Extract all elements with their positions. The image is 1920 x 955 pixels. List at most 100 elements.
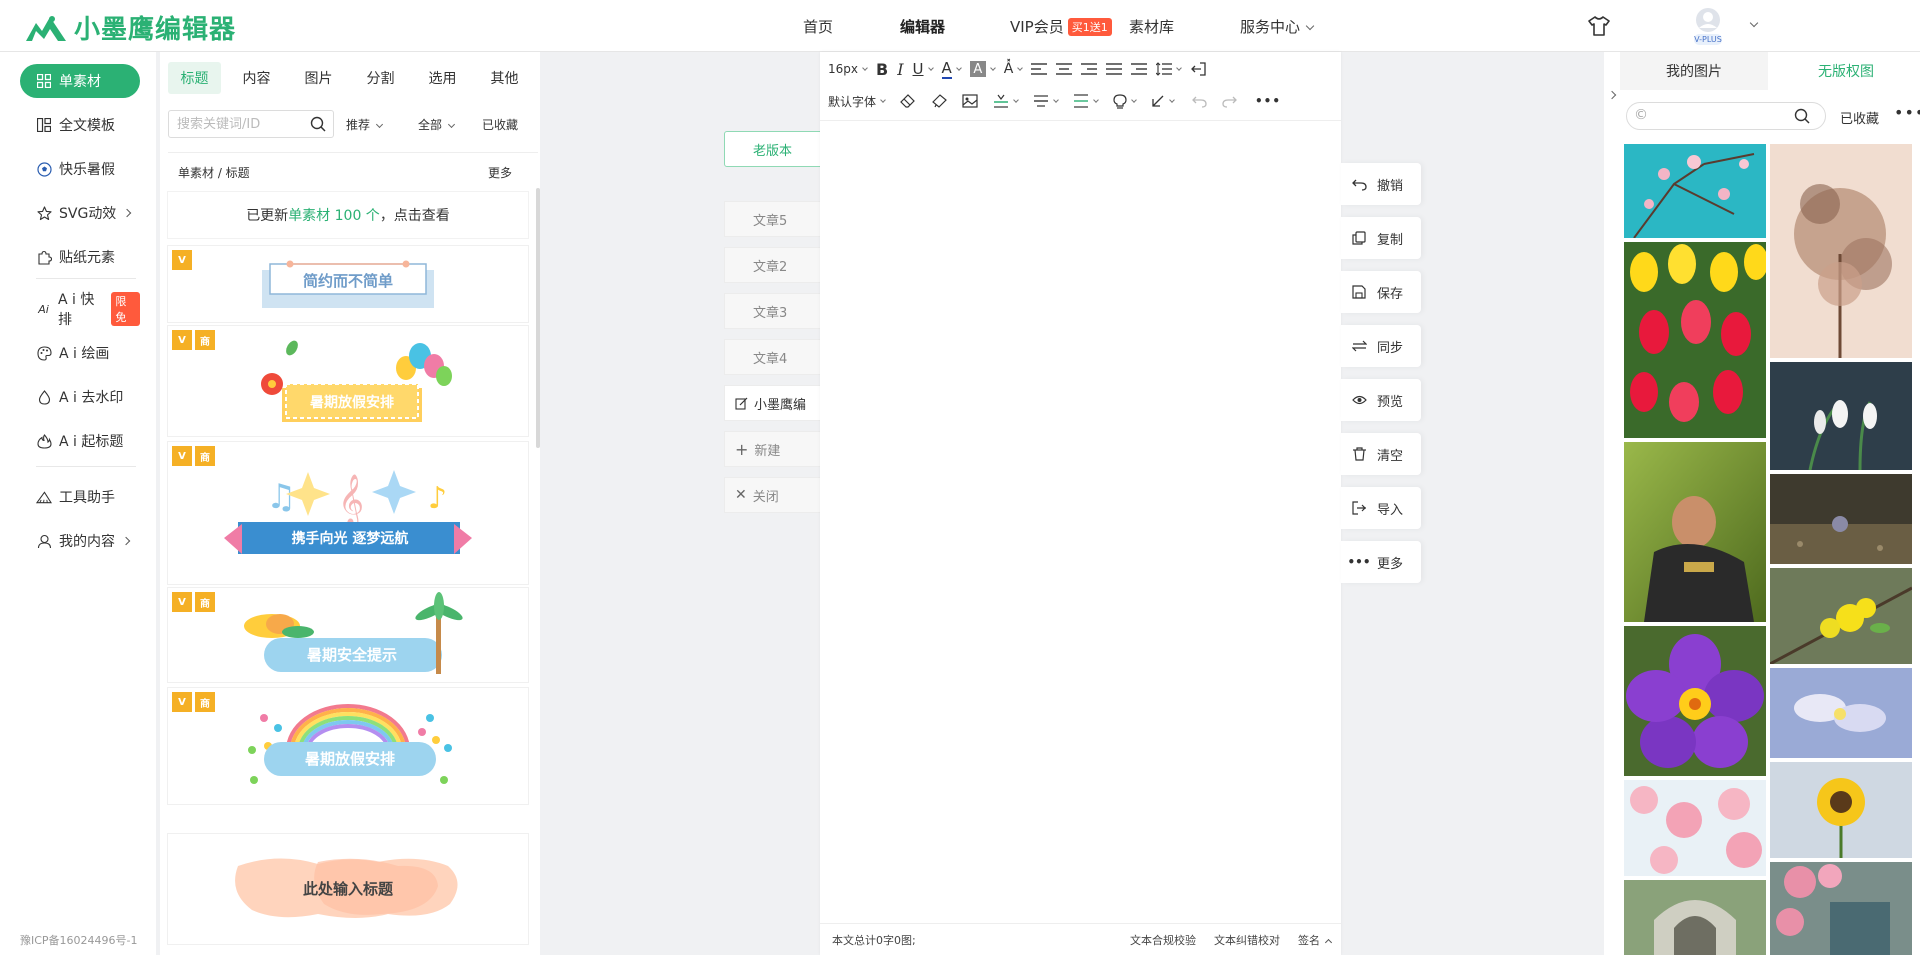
tab-selection[interactable]: 选用 [416,62,469,94]
sidebar-item-ai-watermark[interactable]: A i 去水印 [20,380,140,414]
image-thumbnail[interactable] [1770,362,1912,470]
material-card[interactable]: V商 暑期安全提示 [168,588,528,682]
material-card[interactable]: V商 暑期放假安排 [168,688,528,804]
editor-canvas[interactable]: 16px B I U A A A̽ 默认字体 ••• 本文总计0字0图; 文本合… [820,52,1341,955]
clear-button[interactable]: 清空 [1341,433,1421,475]
tab-image[interactable]: 图片 [292,62,345,94]
nav-editor[interactable]: 编辑器 [900,16,945,37]
avatar[interactable]: V-PLUS [1688,6,1728,46]
redo-icon[interactable] [1222,90,1238,112]
material-card[interactable]: V商 ♫ 𝄞 ♪ 携手向光 逐梦远航 [168,442,528,584]
new-doc-button[interactable]: + 新建 [724,431,824,467]
sync-button[interactable]: 同步 [1341,325,1421,367]
highlight-icon[interactable]: A [969,61,986,77]
panel-scrollbar[interactable] [536,188,540,448]
doc-item[interactable]: 文章5 [724,201,824,237]
collapse-panel-handle[interactable] [1604,80,1620,110]
font-color-icon[interactable]: A [941,59,952,79]
format-painter-icon[interactable] [931,90,947,112]
sidebar-item-my-content[interactable]: 我的内容 [20,524,140,558]
sidebar-item-ai-painting[interactable]: A i 绘画 [20,336,140,370]
sidebar-item-full-template[interactable]: 全文模板 [20,108,140,142]
image-thumbnail[interactable] [1624,242,1766,438]
image-thumbnail[interactable] [1770,144,1912,358]
image-thumbnail[interactable] [1624,880,1766,955]
undo-icon[interactable] [1191,90,1207,112]
image-thumbnail[interactable] [1624,442,1766,622]
doc-item[interactable]: 文章3 [724,293,824,329]
tab-free-images[interactable]: 无版权图 [1772,52,1920,90]
arrow-corner-icon[interactable] [1151,90,1175,112]
nav-vip[interactable]: VIP会员 买1送1 [1010,16,1112,37]
filter-favorites[interactable]: 已收藏 [482,110,518,138]
align-right-icon[interactable] [1081,58,1098,80]
filter-recommend[interactable]: 推荐 [346,110,384,138]
tab-title[interactable]: 标题 [168,62,221,94]
image-thumbnail[interactable] [1624,626,1766,776]
text-effect-icon[interactable]: A̽ [1004,58,1024,80]
sidebar-item-summer[interactable]: 快乐暑假 [20,152,140,186]
doc-item-current[interactable]: 小墨鹰编 [724,385,824,421]
close-doc-button[interactable]: ✕ 关闭 [724,477,824,513]
search-icon[interactable] [1794,108,1810,124]
italic-icon[interactable]: I [897,58,903,80]
sidebar-item-svg-effects[interactable]: SVG动效 [20,196,140,230]
underline-icon[interactable]: U [913,58,934,80]
old-version-button[interactable]: 老版本 [724,131,824,167]
sidebar-item-single-material[interactable]: 单素材 [20,64,140,98]
image-thumbnail[interactable] [1624,144,1766,238]
search-icon[interactable] [310,116,326,132]
more-icon[interactable]: ••• [1255,90,1281,112]
chevron-down-icon[interactable] [1749,18,1759,28]
divider-line-icon[interactable] [993,90,1019,112]
icp-number[interactable]: 豫ICP备16024496号-1 [20,932,138,948]
logo[interactable]: 小墨鹰编辑器 [22,9,236,46]
nav-home[interactable]: 首页 [803,16,833,37]
tab-my-images[interactable]: 我的图片 [1620,52,1768,90]
image-thumbnail[interactable] [1770,568,1912,664]
nav-service-center[interactable]: 服务中心 [1240,16,1315,37]
undo-button[interactable]: 撤销 [1341,163,1421,205]
favorites-filter[interactable]: 已收藏 [1840,108,1879,127]
copy-button[interactable]: 复制 [1341,217,1421,259]
strikethrough-icon[interactable] [1033,90,1059,112]
indent-icon[interactable] [1131,58,1148,80]
tab-content[interactable]: 内容 [230,62,283,94]
compliance-check-button[interactable]: 文本合规校验 [1130,932,1196,948]
font-family-select[interactable]: 默认字体 [828,90,886,112]
save-button[interactable]: 保存 [1341,271,1421,313]
justify-icon[interactable] [1106,58,1123,80]
more-icon[interactable]: ••• [1894,103,1920,122]
image-icon[interactable] [962,90,978,112]
nav-material-library[interactable]: 素材库 [1129,16,1174,37]
more-actions-button[interactable]: ••• 更多 [1341,541,1421,583]
tab-divider[interactable]: 分割 [354,62,407,94]
align-left-icon[interactable] [1031,58,1048,80]
image-thumbnail[interactable] [1770,474,1912,564]
align-center-icon[interactable] [1056,58,1073,80]
sidebar-item-ai-layout[interactable]: Ai A i 快排 限免 [20,292,140,328]
exit-format-icon[interactable] [1190,58,1207,80]
material-card[interactable]: V商 暑期放假安排 [168,326,528,436]
signature-button[interactable]: 签名 [1298,932,1333,948]
doc-item[interactable]: 文章2 [724,247,824,283]
line-height-icon[interactable] [1156,58,1183,80]
image-thumbnail[interactable] [1770,862,1912,955]
sidebar-item-sticker[interactable]: 贴纸元素 [20,240,140,274]
material-card[interactable]: V 简约而不简单 [168,246,528,322]
update-notice[interactable]: 已更新 单素材 100 个，点击查看 [168,192,528,238]
doc-item[interactable]: 文章4 [724,339,824,375]
image-thumbnail[interactable] [1770,762,1912,858]
more-link[interactable]: 更多 [488,164,512,181]
proofread-button[interactable]: 文本纠错校对 [1214,932,1280,948]
eraser-icon[interactable] [900,90,916,112]
filter-all[interactable]: 全部 [418,110,456,138]
image-thumbnail[interactable] [1624,780,1766,876]
preview-button[interactable]: 预览 [1341,379,1421,421]
sidebar-item-tools[interactable]: 工具助手 [20,480,140,514]
font-size-select[interactable]: 16px [828,58,868,80]
lightbulb-icon[interactable] [1113,90,1137,112]
tab-other[interactable]: 其他 [478,62,531,94]
material-card[interactable]: 此处输入标题 [168,834,528,944]
image-thumbnail[interactable] [1770,668,1912,758]
